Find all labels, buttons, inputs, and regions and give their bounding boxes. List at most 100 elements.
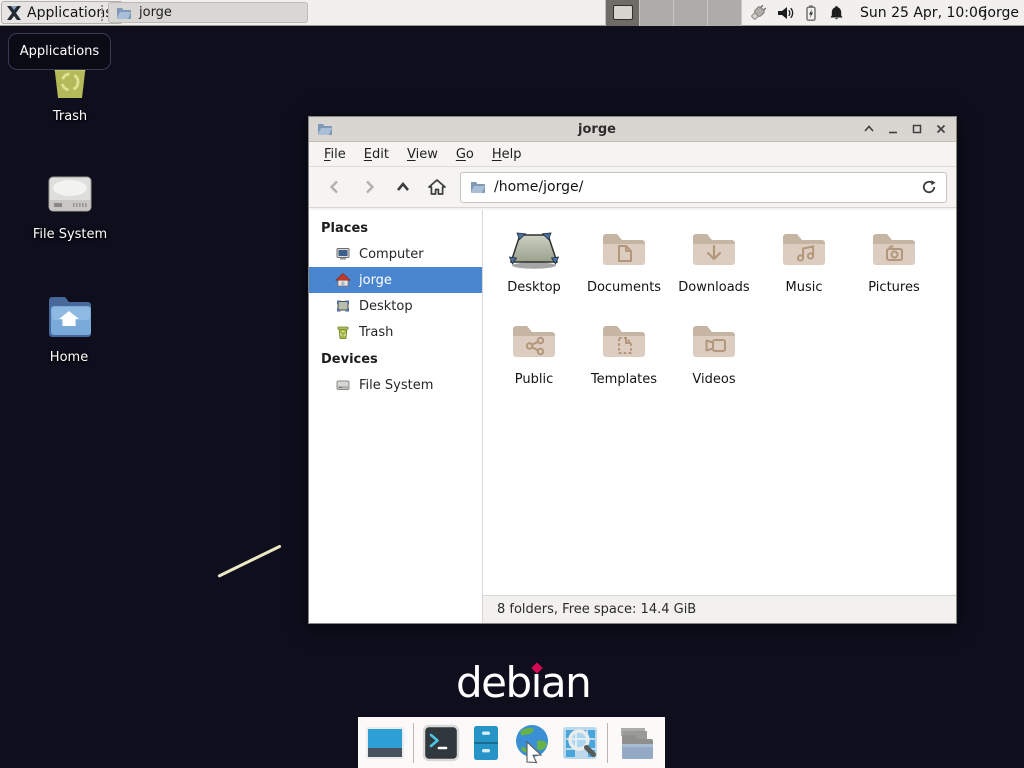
workspace-4[interactable]	[708, 0, 742, 26]
workspace-2[interactable]	[640, 0, 674, 26]
hard-drive-icon	[45, 172, 95, 218]
folder-label: Templates	[591, 372, 657, 387]
folder-item-documents[interactable]: Documents	[579, 220, 669, 308]
system-tray	[748, 0, 845, 26]
desktop-icon	[335, 298, 351, 314]
trash-icon	[335, 324, 351, 340]
folder-item-public[interactable]: Public	[489, 312, 579, 400]
directory-menu-button[interactable]	[615, 723, 657, 763]
home-icon	[335, 272, 351, 288]
minimize-button[interactable]	[885, 122, 900, 137]
folder-label: Public	[515, 372, 553, 387]
folder-label: Pictures	[868, 280, 919, 295]
taskbar-window-button[interactable]: jorge	[108, 2, 308, 23]
dock-panel	[358, 717, 665, 768]
directory-folder-icon	[615, 723, 657, 763]
window-folder-icon	[317, 121, 333, 137]
sidebar-item-computer[interactable]: Computer	[309, 241, 482, 267]
debian-logo: debıan	[456, 660, 590, 706]
file-manager-window: jorge File Edit View Go Help	[308, 116, 957, 624]
desktop-icon-home[interactable]: Home	[9, 293, 129, 365]
notifications-bell-icon[interactable]	[828, 4, 845, 22]
applications-tooltip: Applications	[8, 33, 111, 70]
file-manager-launcher[interactable]	[468, 723, 504, 763]
window-title: jorge	[339, 122, 855, 137]
desktop-icon-label: Home	[9, 350, 129, 365]
pictures-folder-icon	[868, 227, 920, 271]
stray-line-artifact	[217, 544, 281, 577]
sidebar-item-label: Trash	[359, 325, 393, 340]
battery-charging-icon[interactable]	[802, 4, 820, 22]
desktop-icon-file-system[interactable]: File System	[10, 172, 130, 242]
up-button[interactable]	[386, 172, 420, 202]
workspace-1[interactable]	[606, 0, 640, 26]
folder-icon	[116, 5, 132, 21]
folder-label: Downloads	[678, 280, 749, 295]
panel-separator-handle[interactable]	[101, 5, 106, 21]
titlebar[interactable]: jorge	[309, 117, 956, 142]
maximize-button[interactable]	[909, 122, 924, 137]
show-desktop-button[interactable]	[364, 723, 406, 763]
location-path[interactable]: /home/jorge/	[494, 179, 913, 195]
back-button[interactable]	[318, 172, 352, 202]
sidebar-item-desktop[interactable]: Desktop	[309, 293, 482, 319]
shade-button[interactable]	[861, 122, 876, 137]
menu-go[interactable]: Go	[447, 144, 483, 165]
web-browser-launcher[interactable]	[511, 722, 553, 764]
home-folder-icon	[44, 293, 94, 341]
panel-username[interactable]: jorge	[984, 0, 1019, 26]
volume-icon[interactable]	[776, 4, 794, 22]
statusbar-text: 8 folders, Free space: 14.4 GiB	[497, 602, 696, 617]
folder-item-desktop[interactable]: Desktop	[489, 220, 579, 308]
file-cabinet-icon	[468, 723, 504, 763]
sidebar-item-label: jorge	[359, 273, 392, 288]
templates-folder-icon	[598, 319, 650, 363]
menu-file[interactable]: File	[315, 144, 355, 165]
file-view-column: Desktop Documents	[483, 210, 956, 623]
debian-logo-text: an	[541, 658, 590, 707]
folder-item-downloads[interactable]: Downloads	[669, 220, 759, 308]
statusbar: 8 folders, Free space: 14.4 GiB	[483, 595, 956, 623]
file-view[interactable]: Desktop Documents	[483, 210, 956, 595]
terminal-icon	[421, 723, 461, 763]
workspace-window-miniature	[613, 5, 633, 20]
dock-separator	[607, 723, 608, 763]
applications-menu-icon	[6, 5, 22, 21]
forward-button[interactable]	[352, 172, 386, 202]
location-bar[interactable]: /home/jorge/	[460, 172, 947, 203]
folder-item-pictures[interactable]: Pictures	[849, 220, 939, 308]
folder-label: Documents	[587, 280, 661, 295]
reload-icon[interactable]	[921, 179, 937, 195]
sidebar-item-trash[interactable]: Trash	[309, 319, 482, 345]
folder-item-videos[interactable]: Videos	[669, 312, 759, 400]
terminal-launcher[interactable]	[421, 723, 461, 763]
sidebar-item-file-system[interactable]: File System	[309, 372, 482, 398]
documents-folder-icon	[598, 227, 650, 271]
menu-help[interactable]: Help	[483, 144, 531, 165]
dock-separator	[413, 723, 414, 763]
desktop-special-icon	[508, 227, 560, 271]
computer-icon	[335, 246, 351, 262]
applications-menu-label: Applications	[27, 5, 113, 21]
application-finder-launcher[interactable]	[560, 723, 600, 763]
sidebar-item-jorge[interactable]: jorge	[309, 267, 482, 293]
workspace-3[interactable]	[674, 0, 708, 26]
web-browser-globe-icon	[511, 722, 553, 764]
folder-label: Music	[786, 280, 823, 295]
folder-item-templates[interactable]: Templates	[579, 312, 669, 400]
window-controls	[861, 122, 948, 137]
folder-item-music[interactable]: Music	[759, 220, 849, 308]
menu-view[interactable]: View	[398, 144, 447, 165]
sidebar-item-label: File System	[359, 378, 433, 393]
menu-edit[interactable]: Edit	[355, 144, 398, 165]
window-body: Places Computer jorge	[309, 210, 956, 623]
close-button[interactable]	[933, 122, 948, 137]
clock[interactable]: Sun 25 Apr, 10:06	[860, 0, 987, 26]
hard-drive-icon	[335, 377, 351, 393]
music-folder-icon	[778, 227, 830, 271]
power-plug-icon[interactable]	[748, 3, 768, 23]
home-button[interactable]	[420, 172, 454, 202]
sidebar-item-label: Desktop	[359, 299, 413, 314]
debian-logo-i: ı	[531, 660, 541, 706]
videos-folder-icon	[688, 319, 740, 363]
